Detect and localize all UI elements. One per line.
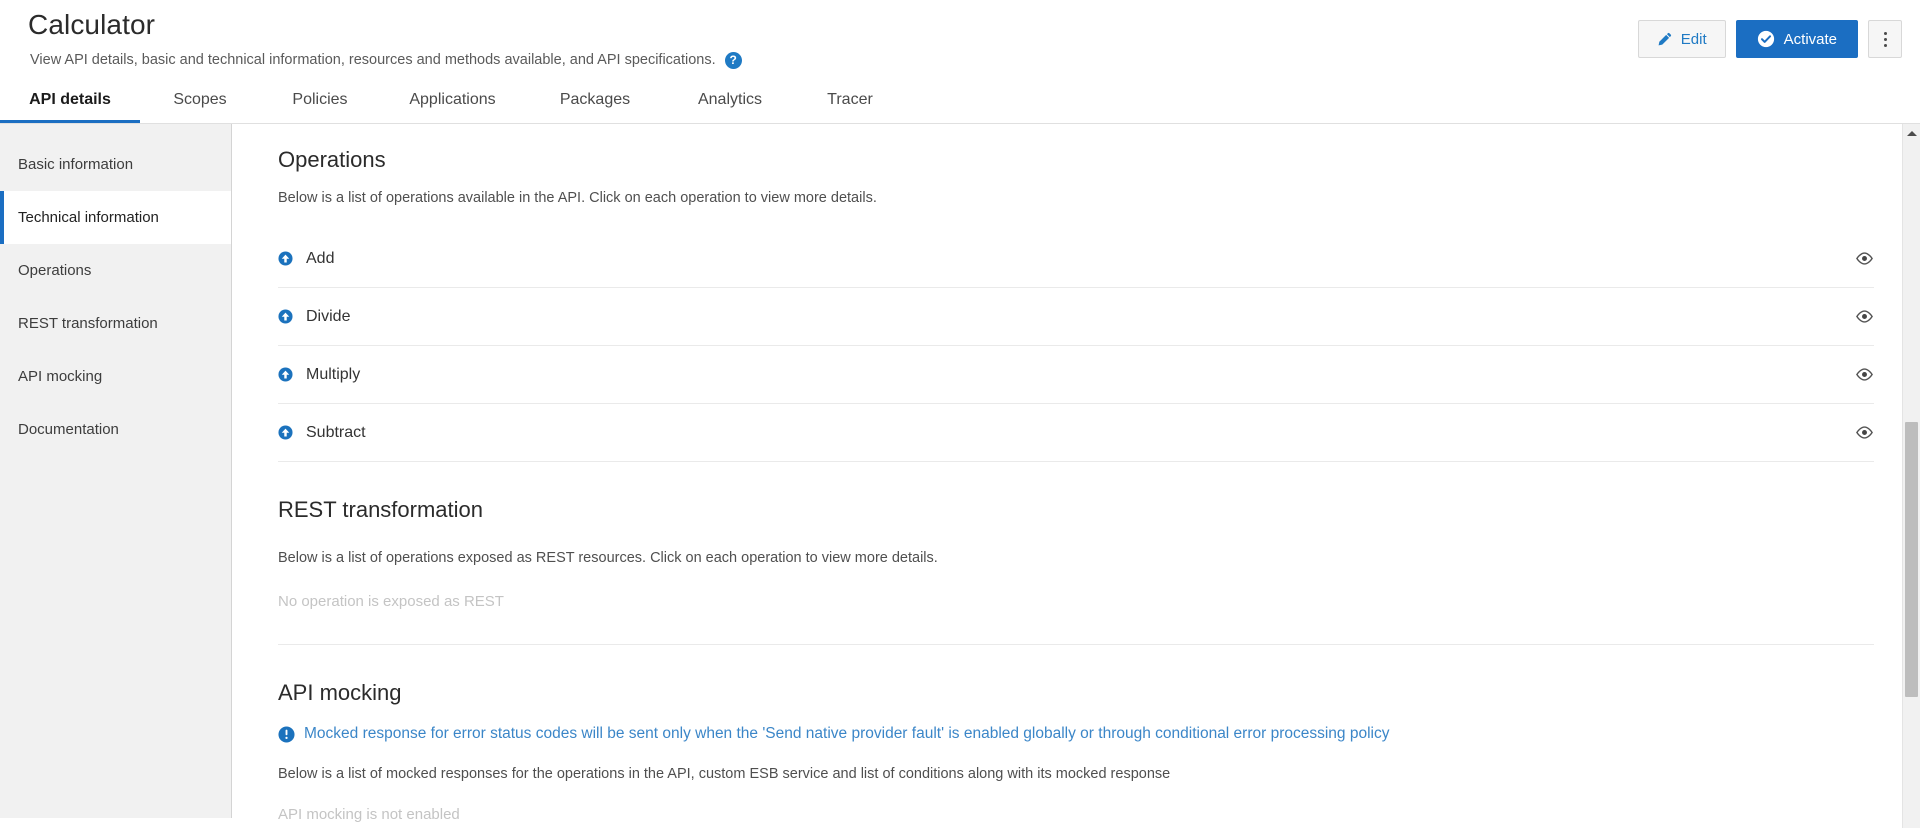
operation-label: Multiply: [306, 365, 361, 383]
tab-applications[interactable]: Applications: [380, 77, 525, 123]
help-circle-icon[interactable]: ?: [724, 51, 742, 69]
operations-title: Operations: [278, 147, 386, 172]
sidebar-item-api-mocking[interactable]: API mocking: [0, 350, 231, 403]
main-content: Operations Below is a list of operations…: [232, 124, 1920, 828]
tab-api-details[interactable]: API details: [0, 77, 140, 123]
sidebar-item-label: Operations: [18, 262, 92, 279]
operation-row-subtract[interactable]: Subtract: [278, 404, 1874, 462]
scrollbar-thumb[interactable]: [1905, 422, 1918, 697]
operation-label: Add: [306, 249, 335, 267]
tab-packages[interactable]: Packages: [525, 77, 665, 123]
api-mocking-info-banner: Mocked response for error status codes w…: [278, 723, 1874, 745]
sidebar-item-basic-information[interactable]: Basic information: [0, 138, 231, 191]
section-sidebar: Basic information Technical information …: [0, 124, 232, 818]
operation-label: Subtract: [306, 423, 366, 441]
tab-scopes-label: Scopes: [173, 91, 227, 108]
api-mocking-description: Below is a list of mocked responses for …: [278, 766, 1171, 782]
activate-button-label: Activate: [1783, 30, 1837, 48]
kebab-menu-icon[interactable]: [1868, 20, 1902, 58]
arrow-up-circle-icon: [278, 251, 293, 266]
rest-transformation-empty-note: No operation is exposed as REST: [278, 593, 504, 610]
section-divider: [278, 644, 1874, 645]
edit-button[interactable]: Edit: [1637, 20, 1726, 58]
operation-row-divide[interactable]: Divide: [278, 288, 1874, 346]
operation-label: Divide: [306, 307, 351, 325]
check-circle-icon: [1757, 30, 1775, 48]
rest-transformation-description: Below is a list of operations exposed as…: [278, 550, 938, 566]
arrow-up-circle-icon: [278, 367, 293, 382]
tab-policies[interactable]: Policies: [260, 77, 380, 123]
sidebar-item-documentation[interactable]: Documentation: [0, 403, 231, 456]
tab-bar: API details Scopes Policies Applications…: [0, 75, 1920, 123]
rest-transformation-title: REST transformation: [278, 497, 484, 522]
api-mocking-info-text: Mocked response for error status codes w…: [304, 725, 1390, 742]
scroll-up-arrow-icon[interactable]: [1903, 124, 1920, 142]
api-mocking-empty-note: API mocking is not enabled: [278, 806, 460, 823]
edit-button-label: Edit: [1680, 30, 1707, 48]
page-subtitle-row: View API details, basic and technical in…: [30, 51, 742, 69]
tab-scopes[interactable]: Scopes: [140, 77, 260, 123]
arrow-up-circle-icon: [278, 309, 293, 324]
rest-transformation-section: REST transformation Below is a list of o…: [278, 496, 1874, 612]
operation-row-multiply[interactable]: Multiply: [278, 346, 1874, 404]
calculator-api-details-page: Calculator View API details, basic and t…: [0, 0, 1920, 828]
tab-analytics-label: Analytics: [697, 91, 763, 108]
tab-tracer[interactable]: Tracer: [795, 77, 905, 123]
tab-api-details-label: API details: [29, 91, 111, 108]
api-mocking-title: API mocking: [278, 680, 402, 705]
eye-icon[interactable]: [1855, 423, 1874, 442]
eye-icon[interactable]: [1855, 307, 1874, 326]
info-circle-icon: [278, 725, 295, 743]
pencil-icon: [1657, 32, 1672, 47]
tab-packages-label: Packages: [559, 91, 631, 108]
operations-section: Operations Below is a list of operations…: [278, 146, 1874, 462]
page-title: Calculator: [28, 9, 156, 40]
sidebar-item-label: API mocking: [18, 368, 103, 385]
operations-description: Below is a list of operations available …: [278, 190, 877, 206]
tab-analytics[interactable]: Analytics: [665, 77, 795, 123]
operation-row-add[interactable]: Add: [278, 230, 1874, 288]
page-body: Basic information Technical information …: [0, 124, 1920, 828]
sidebar-item-label: Basic information: [18, 156, 134, 173]
tab-policies-label: Policies: [292, 91, 348, 108]
tab-applications-label: Applications: [409, 91, 496, 108]
operations-list: Add Divide Multiply Subtract: [278, 230, 1874, 462]
eye-icon[interactable]: [1855, 365, 1874, 384]
sidebar-item-technical-information[interactable]: Technical information: [0, 191, 231, 244]
page-subtitle: View API details, basic and technical in…: [30, 52, 716, 68]
sidebar-item-label: Technical information: [18, 209, 159, 226]
sidebar-item-rest-transformation[interactable]: REST transformation: [0, 297, 231, 350]
tab-tracer-label: Tracer: [827, 91, 873, 108]
arrow-up-circle-icon: [278, 425, 293, 440]
header-actions: Edit Activate: [1637, 20, 1902, 58]
api-mocking-section: API mocking Mocked response for error st…: [278, 679, 1874, 825]
page-header: Calculator View API details, basic and t…: [0, 0, 1920, 124]
activate-button[interactable]: Activate: [1735, 20, 1858, 58]
eye-icon[interactable]: [1855, 249, 1874, 268]
vertical-scrollbar[interactable]: [1902, 124, 1920, 828]
sidebar-item-label: Documentation: [18, 421, 119, 438]
sidebar-item-label: REST transformation: [18, 315, 158, 332]
sidebar-item-operations[interactable]: Operations: [0, 244, 231, 297]
